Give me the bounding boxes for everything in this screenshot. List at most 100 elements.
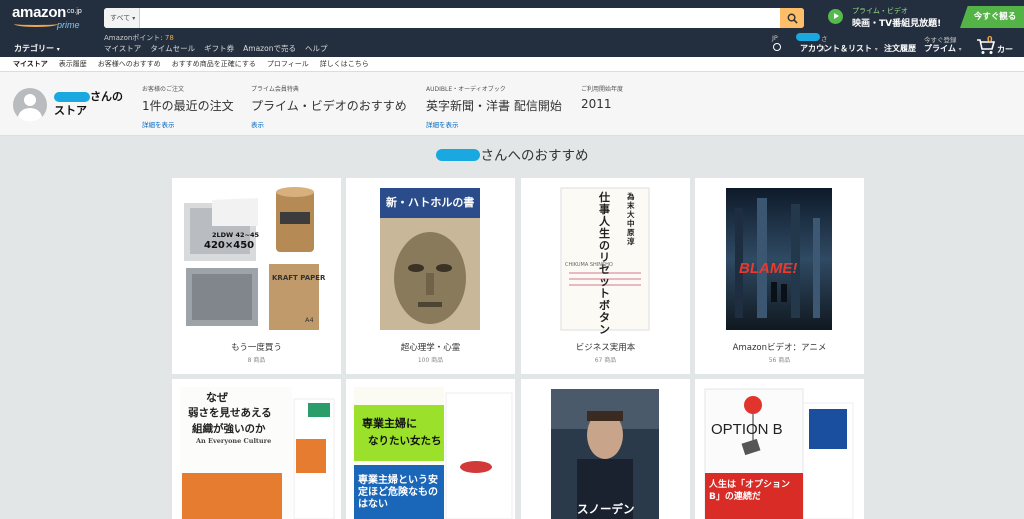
recommendation-card-book[interactable]: OPTION B 人生は「オプションB」の連続だ xyxy=(695,379,864,519)
nav-gift-card[interactable]: ギフト券 xyxy=(204,43,234,54)
book-title-line3: 組織が強いのか xyxy=(192,423,266,435)
points-display[interactable]: Amazonポイント: 78 xyxy=(104,33,174,43)
column-value[interactable]: 英字新聞・洋書 配信開始 xyxy=(426,97,562,114)
card-image: BLAME! xyxy=(695,178,864,338)
card-image: なぜ 弱さを見せあえる 組織が強いのか An Everyone Culture xyxy=(172,379,341,519)
nav-my-store[interactable]: マイストア xyxy=(104,43,141,54)
column-link[interactable]: 詳細を表示 xyxy=(426,119,562,129)
product-dimension-label: 420×450 xyxy=(204,240,255,251)
movie-poster-image xyxy=(726,188,832,330)
subnav-recommended[interactable]: お客様へのおすすめ xyxy=(98,59,161,69)
column-label: お客様のご注文 xyxy=(142,86,185,93)
book-authors: 為末大 中原淳 xyxy=(627,192,635,246)
column-label: AUDIBLE・オーディオブック xyxy=(426,86,506,93)
chevron-down-icon: ▾ xyxy=(958,46,962,53)
search-icon xyxy=(787,13,798,24)
orders-link[interactable]: 注文履歴 xyxy=(884,43,916,54)
search-bar: すべて ▾ xyxy=(104,8,804,28)
mailer-bag-image xyxy=(184,187,319,330)
avatar[interactable] xyxy=(13,88,47,122)
audible-column: AUDIBLE・オーディオブック 英字新聞・洋書 配信開始 詳細を表示 xyxy=(426,84,562,129)
cart-button[interactable]: 0 カート xyxy=(976,35,1016,65)
locale-label[interactable]: JP xyxy=(772,34,778,42)
watch-now-button[interactable]: 今すぐ観る xyxy=(960,6,1024,28)
book-title: OPTION B xyxy=(711,421,783,438)
search-button[interactable] xyxy=(780,8,804,28)
prime-video-promo[interactable]: プライム・ビデオ 映画・TV番組見放題! 今すぐ観る xyxy=(822,6,1024,29)
redacted-username xyxy=(54,92,90,102)
search-category-label: すべて xyxy=(110,14,131,22)
search-category-dropdown[interactable]: すべて ▾ xyxy=(104,8,140,28)
book-title-line2: 弱さを見せあえる xyxy=(188,407,272,419)
smile-arrow-icon xyxy=(14,21,58,27)
subnav-my-store[interactable]: マイストア xyxy=(13,59,48,69)
recommendations-title-suffix: さんへのおすすめ xyxy=(480,148,589,164)
chevron-down-icon: ▾ xyxy=(56,46,60,53)
subnav-browsing-history[interactable]: 表示履歴 xyxy=(59,59,87,69)
card-image: 専業主婦に なりたい女たち 専業主婦という安定ほど危険なものはない xyxy=(346,379,515,519)
recommendation-card-parapsychology[interactable]: 新・ハトホルの書 超心理学・心霊 100 商品 xyxy=(346,178,515,374)
book-title: 新・ハトホルの書 xyxy=(386,196,475,209)
store-title: さんの ストア xyxy=(54,90,134,118)
column-link[interactable]: 表示 xyxy=(251,119,407,129)
nav-sell[interactable]: Amazonで売る xyxy=(243,43,296,54)
recommendation-card-book[interactable]: 専業主婦に なりたい女たち 専業主婦という安定ほど危険なものはない xyxy=(346,379,515,519)
recommendation-card-buy-again[interactable]: 2LDW 42~45 420×450 KRAFT PAPER A4 もう一度買う… xyxy=(172,178,341,374)
promo-line1: プライム・ビデオ xyxy=(852,7,908,15)
account-list-menu[interactable]: アカウント＆リスト ▾ xyxy=(800,43,878,54)
card-category-name[interactable]: 超心理学・心霊 xyxy=(346,341,515,353)
store-summary-strip: さんの ストア お客様のご注文 1件の最近の注文 詳細を表示 プライム会員特典 … xyxy=(0,72,1024,136)
paper-size-label: A4 xyxy=(305,316,314,324)
search-input[interactable] xyxy=(141,8,781,28)
movie-poster-image xyxy=(551,389,659,519)
prime-benefits-column: プライム会員特典 プライム・ビデオのおすすめ 表示 xyxy=(251,84,407,129)
chevron-down-icon: ▾ xyxy=(132,15,136,22)
category-menu[interactable]: カテゴリー ▾ xyxy=(14,43,60,54)
card-item-count: 100 商品 xyxy=(417,357,444,364)
redacted-username xyxy=(435,149,480,161)
store-subnav: マイストア 表示履歴 お客様へのおすすめ おすすめ商品を正確にする プロフィール… xyxy=(0,57,1024,72)
nav-help[interactable]: ヘルプ xyxy=(305,43,328,54)
recommendations-title: さんへのおすすめ xyxy=(0,144,1024,164)
book-english-title: An Everyone Culture xyxy=(196,437,272,445)
card-category-name[interactable]: Amazonビデオ：アニメ xyxy=(695,341,864,353)
member-since-column: ご利用開始年度 2011 xyxy=(581,84,623,111)
amazon-logo[interactable]: amazon co.jp prime xyxy=(12,4,92,34)
nav-time-sale[interactable]: タイムセール xyxy=(150,43,195,54)
card-image: スノーデン xyxy=(521,379,690,519)
card-category-name[interactable]: もう一度買う xyxy=(172,341,341,353)
recommendation-card-video[interactable]: スノーデン xyxy=(521,379,690,519)
book-title-line1: なぜ xyxy=(206,391,228,404)
column-label: プライム会員特典 xyxy=(251,86,299,93)
book-title-line1: 専業主婦に xyxy=(362,417,417,430)
subnav-improve-recommendations[interactable]: おすすめ商品を正確にする xyxy=(172,59,256,69)
cart-count: 0 xyxy=(987,35,993,44)
column-value[interactable]: 1件の最近の注文 xyxy=(142,97,234,114)
prime-menu[interactable]: プライム ▾ xyxy=(924,43,962,54)
product-size-label: 2LDW 42~45 xyxy=(212,231,260,239)
subnav-learn-more[interactable]: 詳しくはこちら xyxy=(320,59,369,69)
store-title-line2: ストア xyxy=(54,104,87,117)
prime-menu-label: プライム xyxy=(924,44,956,53)
column-value: 2011 xyxy=(581,97,612,111)
subnav-profile[interactable]: プロフィール xyxy=(267,59,309,69)
recommendation-card-business[interactable]: 仕事人生のリセットボタン 為末大 中原淳 CHIKUMA SHINSHO ビジネ… xyxy=(521,178,690,374)
recent-orders-column: お客様のご注文 1件の最近の注文 詳細を表示 xyxy=(142,84,234,129)
recommendation-card-book[interactable]: なぜ 弱さを見せあえる 組織が強いのか An Everyone Culture xyxy=(172,379,341,519)
card-category-name[interactable]: ビジネス実用本 xyxy=(521,341,690,353)
globe-icon[interactable] xyxy=(773,43,781,51)
card-item-count: 67 商品 xyxy=(594,357,617,364)
column-label: ご利用開始年度 xyxy=(581,86,624,93)
kraft-paper-label: KRAFT PAPER xyxy=(272,274,326,282)
publisher-label: CHIKUMA SHINSHO xyxy=(565,262,613,268)
account-list-label: アカウント＆リスト xyxy=(800,44,872,53)
store-title-suffix: さんの xyxy=(90,90,123,103)
recommendation-card-anime[interactable]: BLAME! Amazonビデオ：アニメ 56 商品 xyxy=(695,178,864,374)
card-image: OPTION B 人生は「オプションB」の連続だ xyxy=(695,379,864,519)
top-header: amazon co.jp prime すべて ▾ プライム・ビデオ 映画・TV番組… xyxy=(0,0,1024,65)
column-value[interactable]: プライム・ビデオのおすすめ xyxy=(251,97,407,114)
book-title-line2: なりたい女たち xyxy=(368,435,442,447)
card-image: 新・ハトホルの書 xyxy=(346,178,515,338)
column-link[interactable]: 詳細を表示 xyxy=(142,119,234,129)
points-value: 78 xyxy=(164,34,174,42)
